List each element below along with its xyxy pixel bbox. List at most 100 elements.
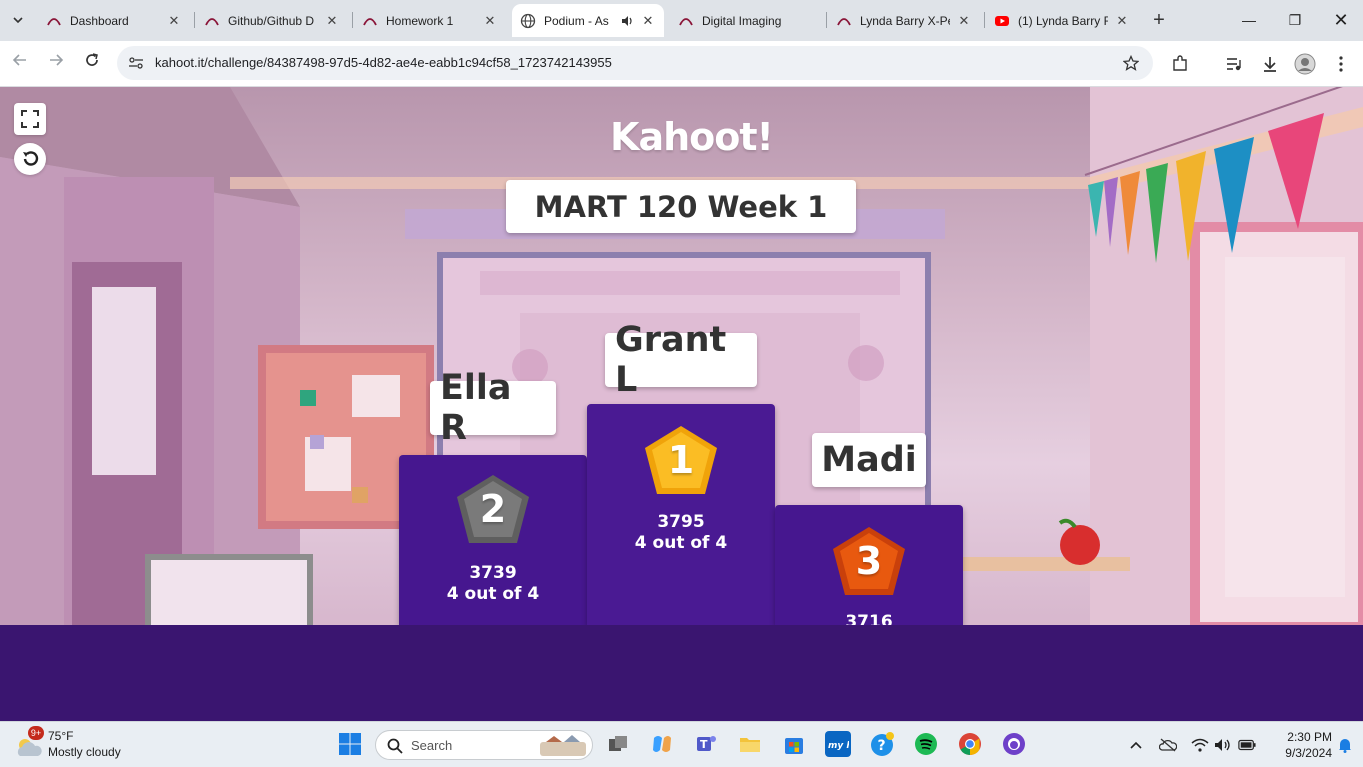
tab-search-dropdown[interactable] xyxy=(6,8,30,32)
first-place-badge: 1 xyxy=(643,424,719,496)
myhp-icon: my hp xyxy=(828,741,849,751)
media-control-button[interactable] xyxy=(1223,53,1245,75)
onedrive-tray-icon[interactable] xyxy=(1159,736,1177,754)
restart-button[interactable] xyxy=(14,143,46,175)
close-tab-icon[interactable]: ✕ xyxy=(324,13,340,29)
restore-button[interactable]: ❐ xyxy=(1280,8,1310,32)
new-tab-button[interactable]: + xyxy=(1146,8,1172,34)
taskbar-search[interactable]: Search xyxy=(375,730,593,760)
restart-icon xyxy=(23,151,39,166)
volume-tray-icon[interactable] xyxy=(1214,736,1232,754)
teams-button[interactable]: T xyxy=(693,731,719,757)
close-tab-icon[interactable]: ✕ xyxy=(482,13,498,29)
minimize-button[interactable]: — xyxy=(1234,8,1264,32)
spotify-icon xyxy=(915,733,937,755)
extensions-button[interactable] xyxy=(1169,53,1191,75)
rank-number: 1 xyxy=(667,438,695,482)
help-icon: ? xyxy=(871,732,894,756)
tab-github[interactable]: Github/Github D ✕ xyxy=(196,4,348,37)
tab-title: Dashboard xyxy=(70,13,129,28)
tab-lynda-barry-1[interactable]: Lynda Barry X-Pe ✕ xyxy=(828,4,980,37)
file-explorer-button[interactable] xyxy=(737,731,763,757)
task-view-icon xyxy=(609,736,627,751)
close-tab-icon[interactable]: ✕ xyxy=(1114,13,1130,29)
store-icon xyxy=(785,738,803,754)
podium-footer xyxy=(0,625,1363,721)
speaker-icon[interactable] xyxy=(620,14,634,28)
clock-date: 9/3/2024 xyxy=(1285,746,1332,760)
svg-text:?: ? xyxy=(878,738,886,754)
podium-stage: Kahoot! MART 120 Week 1 Ella R 2 3739 4 … xyxy=(0,87,1363,625)
tab-title: Homework 1 xyxy=(386,13,454,28)
notifications-button[interactable] xyxy=(1336,736,1354,754)
tab-title: Digital Imaging xyxy=(702,13,782,28)
spotify-button[interactable] xyxy=(913,731,939,757)
tab-title: (1) Lynda Barry F xyxy=(1018,13,1108,28)
battery-tray-icon[interactable] xyxy=(1238,736,1256,754)
svg-text:my hp: my hp xyxy=(828,741,849,751)
tab-divider xyxy=(352,12,353,28)
tab-homework[interactable]: Homework 1 ✕ xyxy=(354,4,506,37)
arrow-left-icon xyxy=(12,54,26,66)
close-tab-icon[interactable]: ✕ xyxy=(166,13,182,29)
media-queue-icon xyxy=(1227,58,1241,71)
volume-icon xyxy=(1215,739,1230,751)
taskbar-clock[interactable]: 2:30 PM 9/3/2024 xyxy=(1262,729,1332,761)
task-view-button[interactable] xyxy=(605,731,631,757)
search-highlight-icon xyxy=(540,735,586,756)
tab-title: Github/Github D xyxy=(228,13,315,28)
third-place-score: 3716 xyxy=(845,612,893,625)
weather-widget[interactable]: 9+ 75°F Mostly cloudy xyxy=(14,726,144,764)
tab-lynda-barry-youtube[interactable]: (1) Lynda Barry F ✕ xyxy=(986,4,1138,37)
second-place-score: 3739 xyxy=(469,563,517,583)
cloud-offline-icon xyxy=(1159,738,1177,752)
bookmark-star-icon[interactable] xyxy=(1123,55,1139,71)
myhp-button[interactable]: my hp xyxy=(825,731,851,757)
profile-avatar[interactable] xyxy=(1294,53,1316,75)
chrome-button[interactable] xyxy=(957,731,983,757)
bell-icon xyxy=(1339,739,1351,753)
site-settings-icon[interactable] xyxy=(128,56,144,70)
battery-icon xyxy=(1238,739,1256,751)
close-tab-icon[interactable]: ✕ xyxy=(956,13,972,29)
browser-menu-button[interactable] xyxy=(1330,53,1352,75)
more-vertical-icon xyxy=(1339,56,1343,72)
tab-dashboard[interactable]: Dashboard ✕ xyxy=(38,4,190,37)
close-tab-icon[interactable]: ✕ xyxy=(640,13,656,29)
tab-podium[interactable]: Podium - As ✕ xyxy=(512,4,664,37)
canvas-favicon-icon xyxy=(837,17,851,25)
close-window-button[interactable]: ✕ xyxy=(1326,8,1356,32)
start-button[interactable] xyxy=(337,731,363,757)
reload-button[interactable] xyxy=(79,51,105,77)
teams-icon: T xyxy=(697,736,716,751)
avatar-icon xyxy=(1294,53,1316,75)
tab-divider xyxy=(984,12,985,28)
windows-taskbar: 9+ 75°F Mostly cloudy Search T my hp ? xyxy=(0,721,1363,767)
canvas-favicon-icon xyxy=(679,17,693,25)
address-bar[interactable]: kahoot.it/challenge/84387498-97d5-4d82-a… xyxy=(117,46,1153,80)
microsoft-store-button[interactable] xyxy=(781,731,807,757)
kahoot-logo: Kahoot! xyxy=(610,115,774,159)
back-button[interactable] xyxy=(7,51,33,77)
github-desktop-button[interactable] xyxy=(1001,731,1027,757)
tab-title: Lynda Barry X-Pe xyxy=(860,13,950,28)
show-hidden-icons-button[interactable] xyxy=(1127,736,1145,754)
tab-digital-imaging[interactable]: Digital Imaging xyxy=(670,4,822,37)
tab-divider xyxy=(194,12,195,28)
fullscreen-button[interactable] xyxy=(14,103,46,135)
second-place-correct: 4 out of 4 xyxy=(446,584,540,604)
tab-divider xyxy=(826,12,827,28)
tab-strip: Dashboard ✕ Github/Github D ✕ Homework 1… xyxy=(0,0,1363,41)
copilot-button[interactable] xyxy=(649,731,675,757)
first-place-score: 3795 xyxy=(657,512,705,532)
chevron-up-icon xyxy=(1130,741,1142,749)
second-place-podium: 2 3739 4 out of 4 xyxy=(399,455,587,625)
forward-button[interactable] xyxy=(43,51,69,77)
folder-icon xyxy=(740,738,760,752)
wifi-tray-icon[interactable] xyxy=(1191,736,1209,754)
help-button[interactable]: ? xyxy=(869,731,895,757)
browser-toolbar: kahoot.it/challenge/84387498-97d5-4d82-a… xyxy=(0,41,1363,87)
downloads-button[interactable] xyxy=(1259,53,1281,75)
download-icon xyxy=(1264,57,1276,72)
github-icon xyxy=(1003,733,1025,755)
